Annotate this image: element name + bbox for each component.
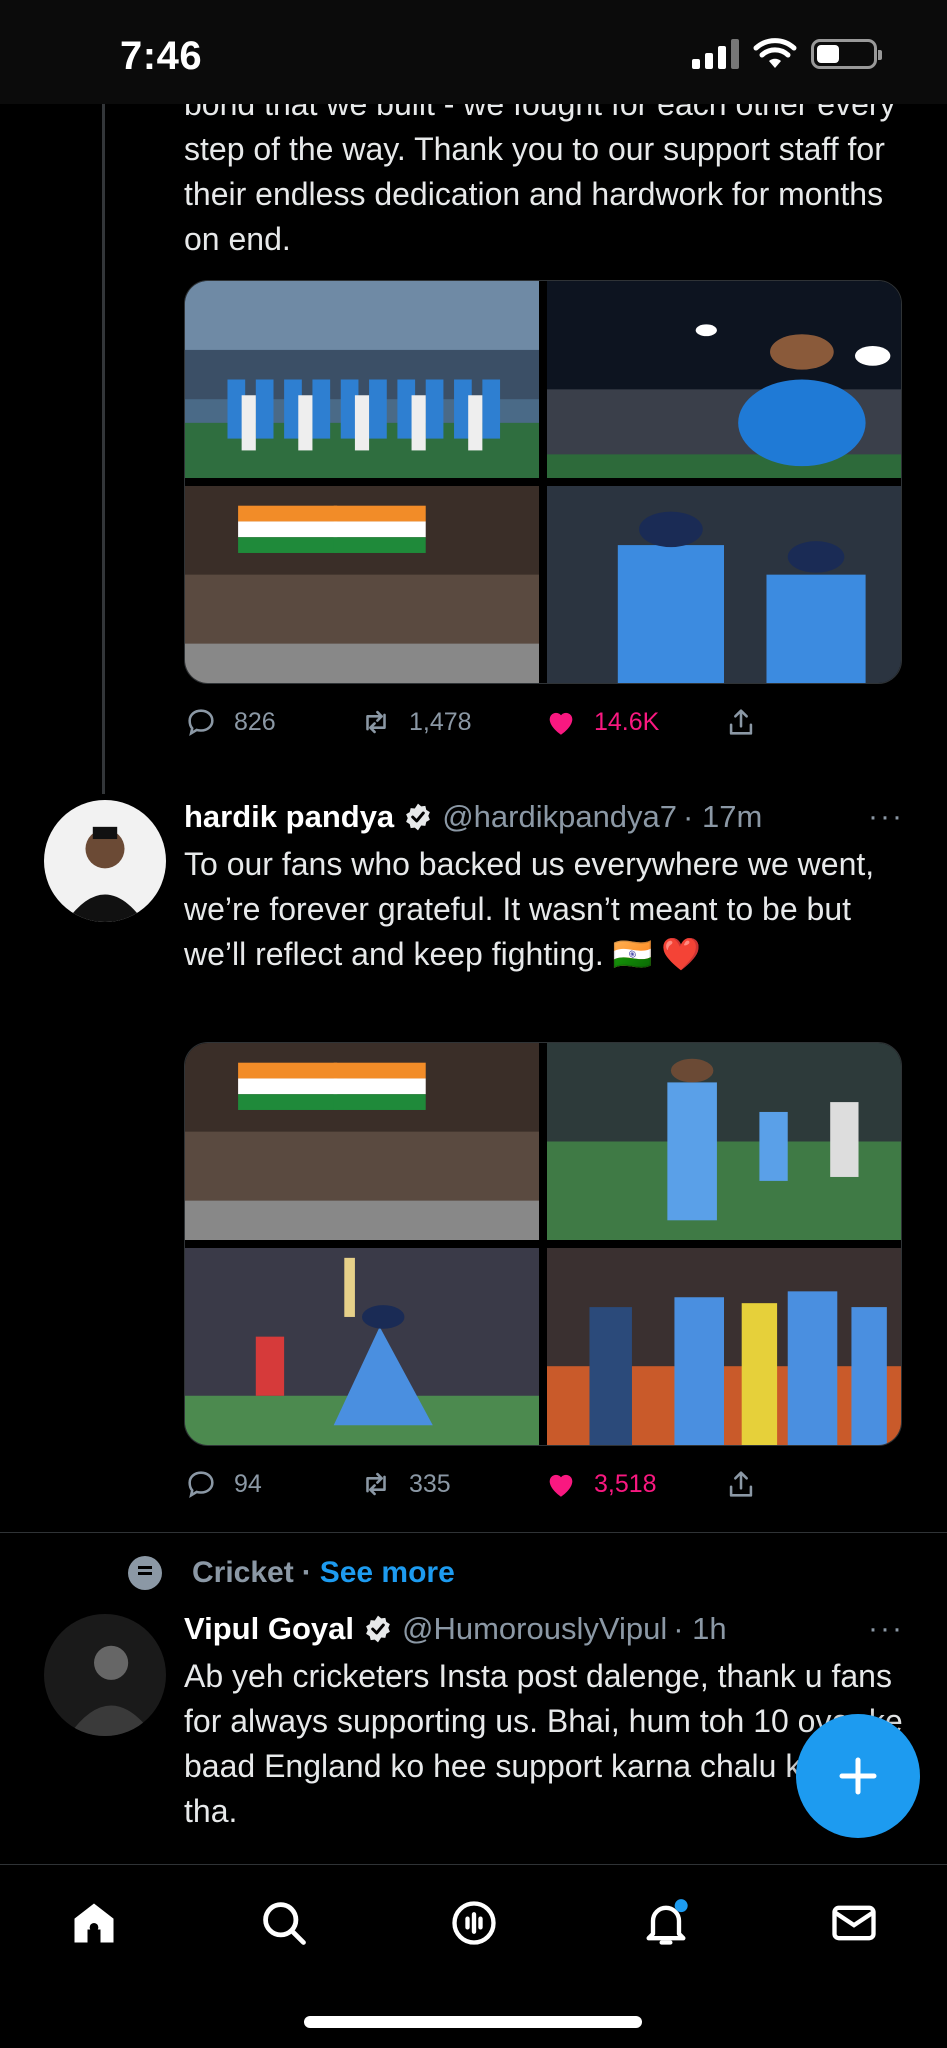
retweet-button[interactable]: 1,478: [359, 705, 544, 739]
topic-separator: ·: [301, 1556, 312, 1589]
like-button[interactable]: 14.6K: [544, 705, 724, 739]
wifi-icon: [753, 38, 797, 68]
nav-messages[interactable]: [824, 1893, 884, 1953]
nav-search[interactable]: [254, 1893, 314, 1953]
heart-filled-icon: [549, 712, 573, 735]
media-photo-fans-flags[interactable]: [185, 486, 539, 683]
like-count: 14.6K: [594, 707, 660, 736]
reply-button[interactable]: 826: [184, 705, 359, 739]
retweet-icon: [366, 710, 386, 734]
see-more-link[interactable]: See more: [320, 1556, 455, 1590]
media-photo-player-celebration[interactable]: [547, 281, 901, 478]
tweet-media-grid[interactable]: [184, 280, 902, 684]
media-photo-players-walking[interactable]: [547, 486, 901, 683]
home-icon: [74, 1903, 114, 1943]
battery-icon: [811, 39, 882, 69]
retweet-button[interactable]: 335: [359, 1467, 544, 1501]
reply-count: 94: [234, 1469, 262, 1498]
verified-badge-icon: [366, 1615, 390, 1643]
tweet-action-bar: 826 1,478 14.6K: [184, 702, 804, 742]
reply-icon: [188, 1471, 214, 1498]
retweet-icon: [366, 1472, 386, 1496]
avatar-vipul-goyal[interactable]: [44, 1614, 166, 1736]
avatar-hardik-pandya[interactable]: [44, 800, 166, 922]
retweet-count: 1,478: [409, 707, 472, 736]
heart-filled-icon: [549, 1474, 573, 1497]
status-time: 7:46: [120, 34, 203, 78]
tweet-media-grid[interactable]: [184, 1042, 902, 1446]
display-name[interactable]: hardik pandya: [184, 799, 394, 835]
share-icon: [729, 1471, 753, 1497]
verified-badge-icon: [406, 803, 431, 831]
compose-tweet-button[interactable]: [796, 1714, 920, 1838]
more-options-icon[interactable]: ···: [868, 800, 904, 834]
nav-notifications[interactable]: [636, 1893, 696, 1953]
media-photo-team-lineup[interactable]: [185, 281, 539, 478]
handle[interactable]: @HumorouslyVipul: [402, 1611, 667, 1647]
topic-label[interactable]: Cricket: [192, 1556, 294, 1590]
media-photo-fans-flags[interactable]: [185, 1043, 539, 1240]
share-button[interactable]: [724, 705, 758, 739]
tweet-action-bar: 94 335 3,518: [184, 1464, 804, 1504]
display-name[interactable]: Vipul Goyal: [184, 1611, 354, 1647]
tweet-text: Ab yeh cricketers Insta post dalenge, th…: [184, 1658, 903, 1829]
more-options-icon[interactable]: ···: [868, 1612, 904, 1646]
topic-context-row: Cricket · See more: [128, 1556, 455, 1590]
retweet-count: 335: [409, 1469, 451, 1498]
thread-connector-line: [102, 104, 105, 794]
nav-home[interactable]: [64, 1893, 124, 1953]
reply-count: 826: [234, 707, 276, 736]
tweet-header: Vipul Goyal @HumorouslyVipul · 1h ···: [184, 1606, 904, 1652]
media-photo-player-clapping[interactable]: [547, 1043, 901, 1240]
media-photo-team-huddle[interactable]: [547, 1248, 901, 1445]
plus-icon: [839, 1757, 877, 1795]
topic-icon: [128, 1556, 162, 1590]
reply-icon: [188, 709, 214, 736]
nav-spaces[interactable]: [444, 1893, 504, 1953]
reply-button[interactable]: 94: [184, 1467, 359, 1501]
messages-icon: [832, 1905, 876, 1941]
handle[interactable]: @hardikpandya7: [442, 799, 677, 835]
tweet-header: hardik pandya @hardikpandya7 · 17m ···: [184, 794, 904, 840]
tweet-text: bond that we built - we fought for each …: [184, 86, 896, 257]
status-icons: [692, 38, 882, 70]
home-indicator[interactable]: [304, 2016, 642, 2028]
tweet-time: · 17m: [683, 799, 763, 834]
share-icon: [729, 709, 753, 735]
notifications-icon: [646, 1899, 688, 1945]
status-bar: 7:46: [0, 0, 947, 104]
tweet-divider: [0, 1532, 947, 1533]
cellular-signal-icon: [692, 39, 739, 69]
like-count: 3,518: [594, 1469, 657, 1498]
media-photo-batting[interactable]: [185, 1248, 539, 1445]
like-button[interactable]: 3,518: [544, 1467, 724, 1501]
spaces-icon: [452, 1901, 496, 1945]
share-button[interactable]: [724, 1467, 758, 1501]
tweet-time: · 1h: [673, 1611, 727, 1646]
tweet-text: To our fans who backed us everywhere we …: [184, 846, 875, 972]
search-icon: [263, 1902, 306, 1945]
